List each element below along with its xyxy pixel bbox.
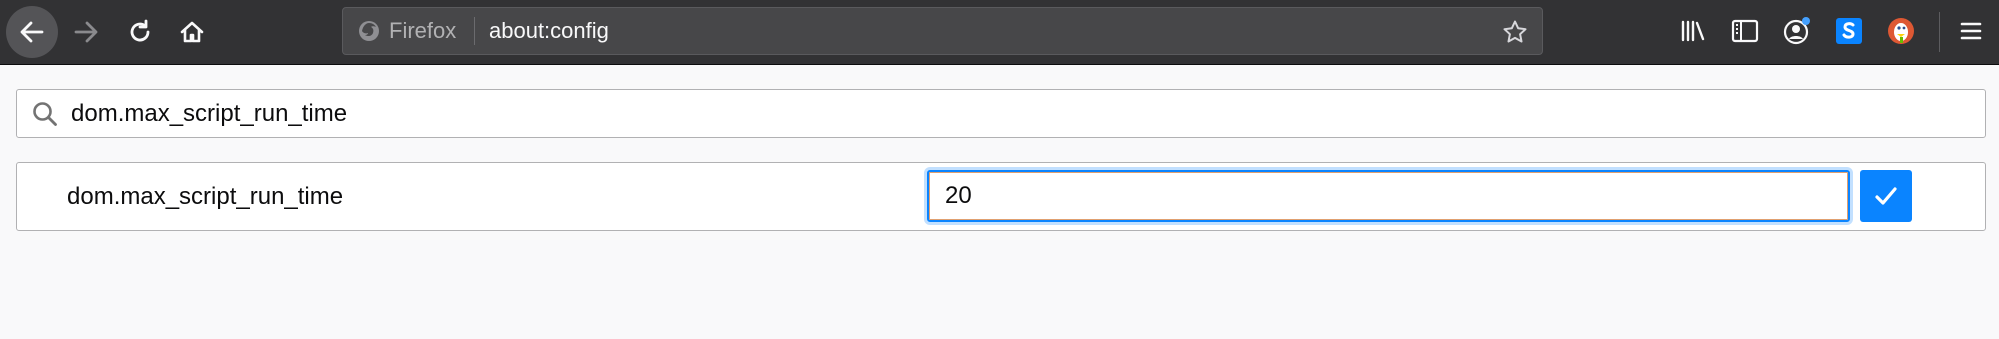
forward-arrow-icon [74, 21, 98, 43]
star-icon[interactable] [1502, 19, 1528, 45]
save-button[interactable] [1860, 170, 1912, 222]
duckduckgo-icon [1888, 18, 1914, 44]
pref-row: dom.max_script_run_time [16, 162, 1986, 231]
back-arrow-icon [20, 21, 44, 43]
pref-name: dom.max_script_run_time [67, 183, 344, 210]
sidebar-icon [1731, 19, 1759, 43]
s-extension-icon [1836, 18, 1862, 44]
url-separator [474, 17, 475, 45]
forward-button[interactable] [60, 6, 112, 58]
home-button[interactable] [166, 6, 218, 58]
menu-button[interactable] [1955, 15, 1987, 47]
account-button[interactable] [1781, 15, 1813, 47]
library-icon [1681, 20, 1705, 42]
config-search-box[interactable] [16, 89, 1986, 138]
account-icon [1783, 17, 1810, 45]
config-search-input[interactable] [71, 90, 1951, 137]
s-extension-button[interactable] [1833, 15, 1865, 47]
identity-label: Firefox [389, 18, 457, 43]
pref-value-input[interactable] [927, 170, 1850, 222]
reload-button[interactable] [114, 6, 166, 58]
back-button[interactable] [6, 6, 58, 58]
identity-box[interactable]: Firefox [357, 8, 456, 54]
firefox-logo-icon [359, 21, 379, 41]
toolbar-divider [1939, 12, 1940, 52]
duckduckgo-button[interactable] [1885, 15, 1917, 47]
sidebar-button[interactable] [1729, 15, 1761, 47]
url-text[interactable]: about:config [489, 8, 609, 54]
url-bar[interactable]: Firefox about:config [342, 7, 1543, 55]
reload-icon [130, 19, 150, 42]
home-icon [180, 21, 204, 43]
browser-toolbar: Firefox about:config [0, 0, 1999, 65]
search-icon [33, 102, 57, 126]
hamburger-menu-icon [1960, 22, 1982, 40]
checkmark-icon [1875, 187, 1897, 205]
library-button[interactable] [1677, 15, 1709, 47]
